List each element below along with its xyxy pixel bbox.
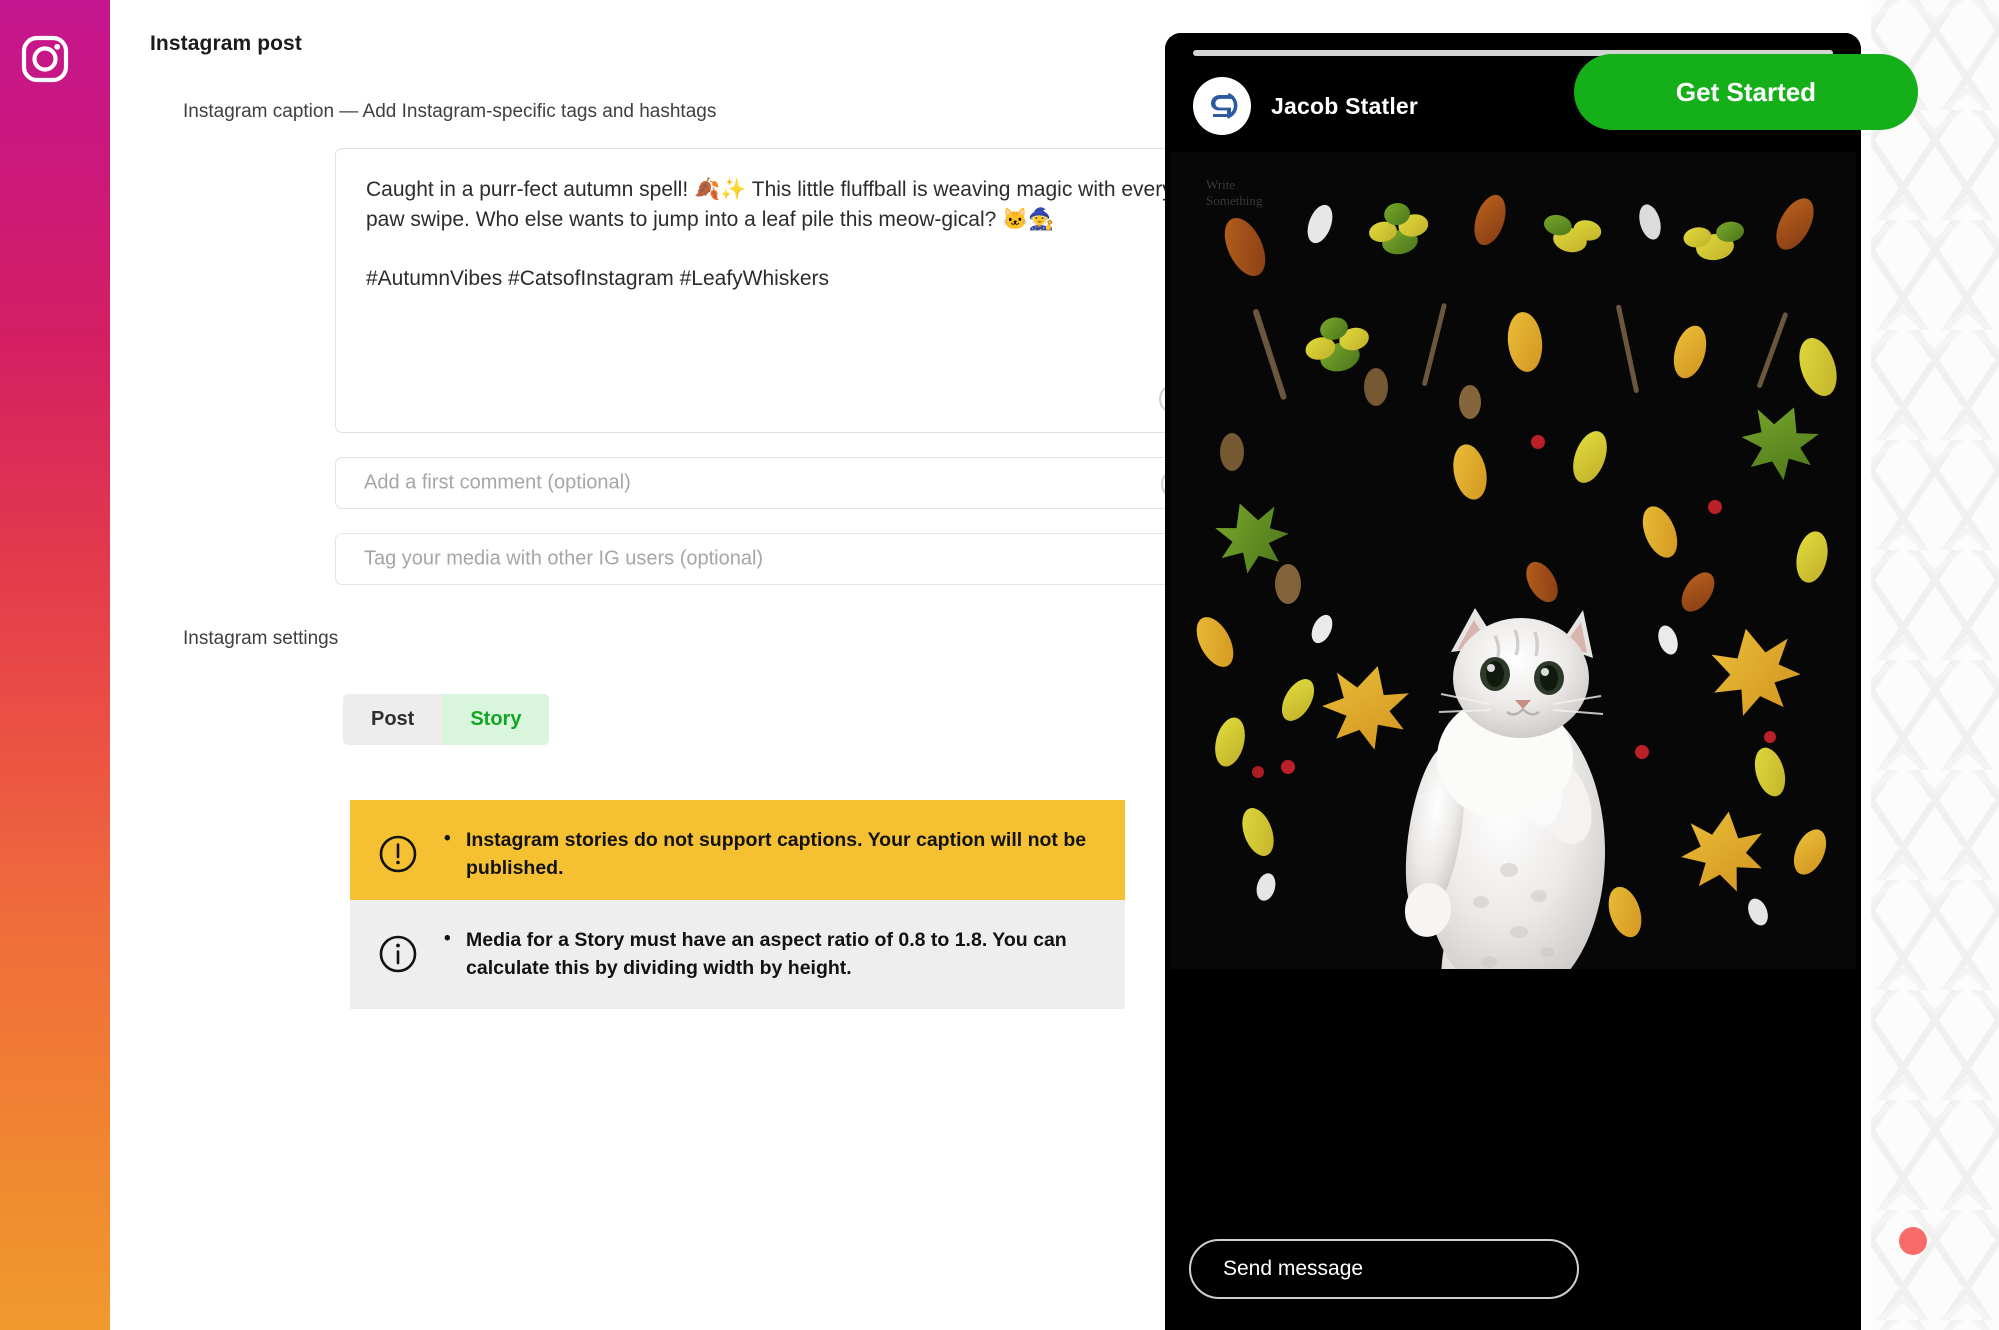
story-account-header: Jacob Statler [1193,75,1418,137]
caption-text-value: Caught in a purr-fect autumn spell! 🍂✨ T… [366,178,1173,291]
story-preview-phone: Jacob Statler Write Something Send messa… [1165,33,1918,1330]
first-comment-placeholder: Add a first comment (optional) [364,471,631,494]
exclamation-circle-icon [379,835,417,873]
profile-logo-icon [1199,83,1245,129]
avatar [1193,77,1251,135]
aspect-ratio-info-text: Media for a Story must have an aspect ra… [444,925,1097,983]
instagram-post-composer: Instagram post Instagram caption — Add I… [0,0,1999,1330]
tag-users-placeholder: Tag your media with other IG users (opti… [364,547,764,570]
instagram-brand-rail [0,0,110,1330]
story-media-image: Write Something [1170,152,1856,969]
story-username: Jacob Statler [1271,92,1419,119]
tab-post[interactable]: Post [343,694,443,745]
caption-textarea[interactable]: Caught in a purr-fect autumn spell! 🍂✨ T… [335,148,1212,433]
info-circle-icon [379,935,417,973]
tab-story[interactable]: Story [442,694,550,745]
post-form-panel: Instagram post Instagram caption — Add I… [110,0,1212,1330]
caption-warning-alert: Instagram stories do not support caption… [350,800,1125,909]
story-action-bar: Send message [1165,1210,1861,1330]
send-message-placeholder: Send message [1223,1257,1364,1280]
notification-dot-badge[interactable] [1899,1227,1927,1255]
caption-warning-text: Instagram stories do not support caption… [444,825,1097,883]
get-started-button[interactable]: Get Started [1574,54,1918,130]
instagram-logo-icon [21,35,69,83]
decorative-pattern-strip [1871,0,1999,1330]
first-comment-input[interactable]: Add a first comment (optional) [335,457,1212,509]
caption-field-label: Instagram caption — Add Instagram-specif… [183,101,717,122]
send-message-input[interactable]: Send message [1189,1239,1579,1299]
aspect-ratio-info-alert: Media for a Story must have an aspect ra… [350,900,1125,1009]
settings-section-label: Instagram settings [183,628,339,649]
page-title: Instagram post [150,32,302,55]
story-watermark-text: Write Something [1206,177,1263,209]
tag-users-input[interactable]: Tag your media with other IG users (opti… [335,533,1212,585]
post-type-segmented-control: Post Story [343,694,550,745]
